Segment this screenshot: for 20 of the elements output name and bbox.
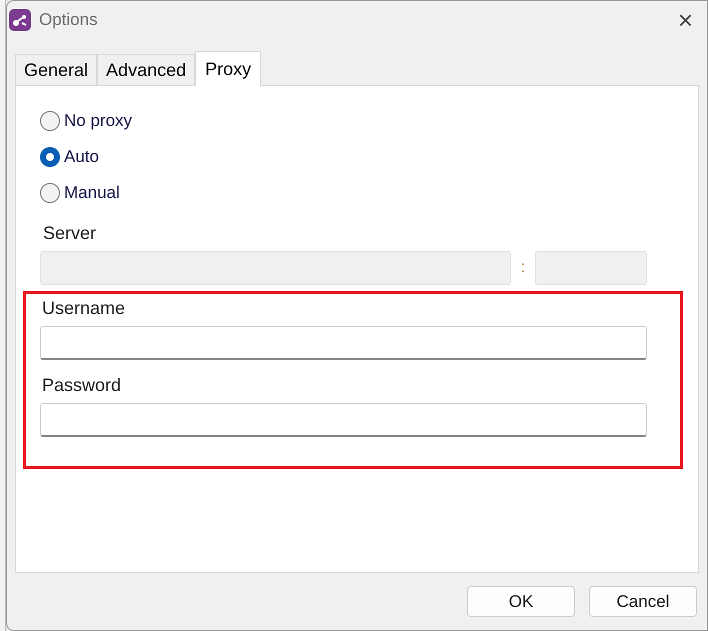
tab[interactable]: General	[15, 54, 98, 85]
password-label: Password	[41, 374, 122, 397]
tab[interactable]: Advanced	[97, 54, 196, 85]
username-field[interactable]	[40, 326, 647, 360]
radio-button[interactable]	[40, 111, 60, 131]
dialog-button[interactable]: OK	[467, 586, 575, 617]
dialog-button[interactable]: Cancel	[589, 586, 697, 617]
app-icon	[9, 9, 31, 31]
server-label: Server	[42, 222, 98, 245]
tab[interactable]: Proxy	[195, 51, 262, 86]
window-title: Options	[39, 9, 98, 32]
username-label: Username	[41, 297, 126, 320]
port-separator: :	[520, 258, 526, 278]
radio-button[interactable]	[40, 147, 60, 167]
radio-label: Auto	[64, 146, 99, 168]
radio-button[interactable]	[40, 183, 60, 203]
radio-label: Manual	[64, 182, 120, 204]
password-field[interactable]	[40, 403, 647, 437]
close-button[interactable]: ×	[678, 7, 693, 33]
radio-label: No proxy	[64, 110, 132, 132]
